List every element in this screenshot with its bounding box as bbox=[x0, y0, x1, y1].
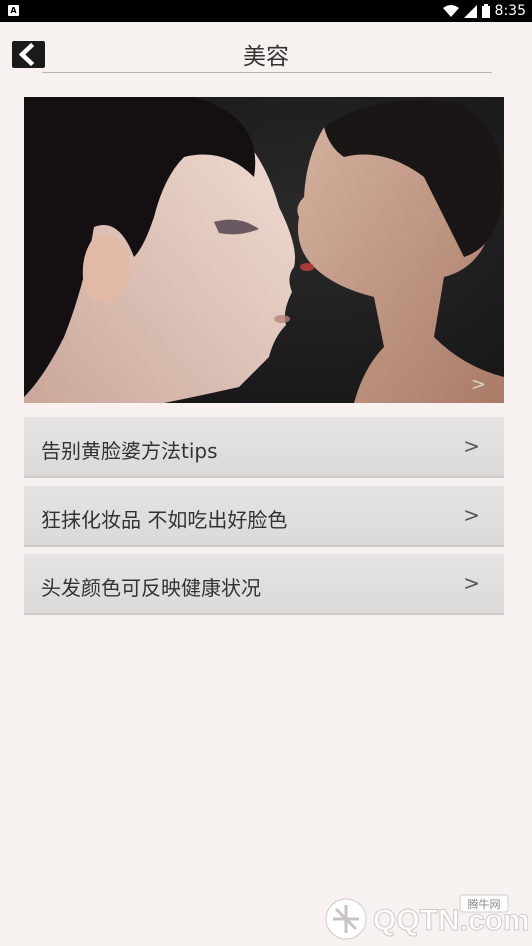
signal-icon bbox=[463, 4, 477, 18]
article-title: 告别黄脸婆方法tips bbox=[41, 439, 218, 463]
article-list-item[interactable]: 告别黄脸婆方法tips > bbox=[24, 417, 504, 478]
article-list-item[interactable]: 头发颜色可反映健康状况 > bbox=[24, 554, 504, 615]
status-time: 8:35 bbox=[494, 3, 526, 19]
hero-image bbox=[24, 97, 504, 403]
header: 美容 bbox=[0, 22, 532, 74]
status-right: 8:35 bbox=[442, 0, 526, 22]
wifi-icon bbox=[442, 4, 459, 17]
hero-chevron: > bbox=[470, 374, 486, 395]
chevron-right-icon: > bbox=[463, 434, 480, 458]
page-title: 美容 bbox=[243, 44, 289, 70]
article-list-item[interactable]: 狂抹化妆品 不如吃出好脸色 > bbox=[24, 486, 504, 547]
battery-icon bbox=[481, 4, 490, 18]
chevron-right-icon: > bbox=[463, 503, 480, 527]
notification-icon: A bbox=[8, 5, 19, 16]
article-title: 狂抹化妆品 不如吃出好脸色 bbox=[41, 508, 288, 532]
article-title: 头发颜色可反映健康状况 bbox=[41, 576, 261, 600]
chevron-right-icon: > bbox=[463, 571, 480, 595]
watermark-label: 腾牛网 bbox=[468, 897, 501, 911]
watermark-logo: QQTN.com 腾牛网 bbox=[318, 892, 530, 942]
status-bar: A 8:35 bbox=[0, 0, 532, 22]
header-divider bbox=[42, 72, 492, 73]
hero-banner[interactable]: > bbox=[24, 97, 504, 403]
